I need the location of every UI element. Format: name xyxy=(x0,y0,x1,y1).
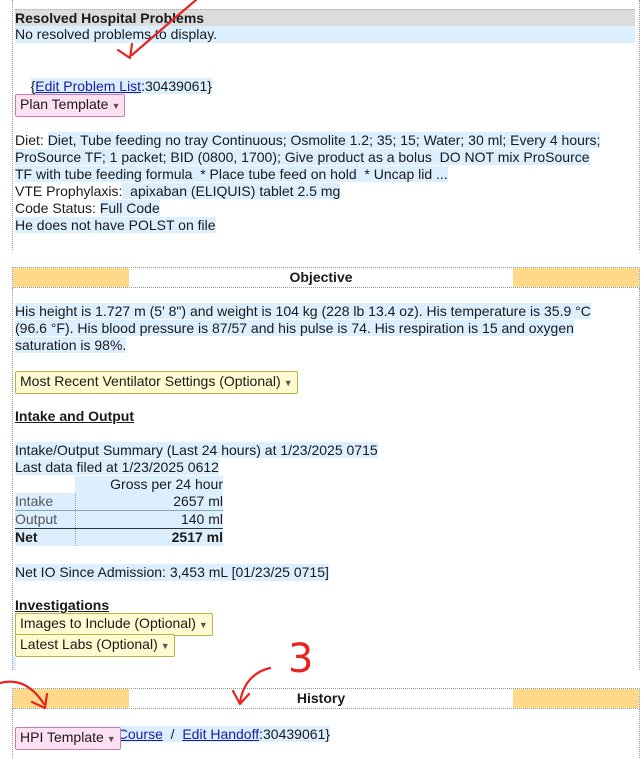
problems-block: Resolved Hospital Problems No resolved p… xyxy=(12,0,640,250)
diet-line-2: ProSource TF; 1 packet; BID (0800, 1700)… xyxy=(15,149,590,165)
io-row-value: 2657 ml xyxy=(74,493,223,511)
diet-line-1: Diet, Tube feeding no tray Continuous; O… xyxy=(47,132,601,148)
io-row-value: 2517 ml xyxy=(74,528,223,546)
investigations-heading: Investigations xyxy=(15,597,110,613)
history-block: {Edit Hospital Course / Edit Handoff:304… xyxy=(12,709,640,758)
images-dropdown-label: Images to Include (Optional) xyxy=(20,615,196,631)
diet-label: Diet: xyxy=(15,132,48,148)
resolved-problems-header: Resolved Hospital Problems xyxy=(15,9,635,27)
problem-id: :30439061} xyxy=(141,78,212,94)
separator: / xyxy=(162,726,183,742)
ventilator-settings-dropdown[interactable]: Most Recent Ventilator Settings (Optiona… xyxy=(15,371,298,394)
edit-problem-list-link[interactable]: Edit Problem List xyxy=(35,78,142,94)
edit-handoff-link[interactable]: Edit Handoff xyxy=(182,726,260,742)
chevron-down-icon: ▼ xyxy=(198,620,208,630)
text-cursor-gutter xyxy=(13,656,16,670)
code-status-label: Code Status: xyxy=(15,200,100,216)
chevron-down-icon: ▼ xyxy=(160,641,170,651)
vte-value: apixaban (ELIQUIS) tablet 2.5 mg xyxy=(122,183,341,199)
table-row: Output 140 ml xyxy=(15,510,223,529)
io-summary-line: Intake/Output Summary (Last 24 hours) at… xyxy=(15,442,378,458)
hpi-template-dropdown[interactable]: HPI Template ▼ xyxy=(15,727,121,750)
resolved-problems-heading: Resolved Hospital Problems xyxy=(15,10,205,26)
chevron-down-icon: ▼ xyxy=(106,734,116,744)
images-dropdown[interactable]: Images to Include (Optional) ▼ xyxy=(15,613,213,636)
diet-section: Diet: Diet, Tube feeding no tray Continu… xyxy=(15,132,637,234)
io-table: Gross per 24 hour Intake 2657 ml Output … xyxy=(15,476,223,546)
plan-template-dropdown[interactable]: Plan Template ▼ xyxy=(15,94,126,117)
vitals-line-1: His height is 1.727 m (5' 8") and weight… xyxy=(15,303,591,319)
table-row: Intake 2657 ml xyxy=(15,493,223,511)
code-status-value: Full Code xyxy=(99,200,160,216)
vte-label: VTE Prophylaxis: xyxy=(15,183,123,199)
chevron-down-icon: ▼ xyxy=(111,101,121,111)
io-summary: Intake/Output Summary (Last 24 hours) at… xyxy=(15,442,378,476)
diet-line-3: TF with tube feeding formula * Place tub… xyxy=(15,166,448,182)
objective-block: His height is 1.727 m (5' 8") and weight… xyxy=(12,288,640,670)
labs-dropdown[interactable]: Latest Labs (Optional) ▼ xyxy=(15,634,175,657)
polst-text: He does not have POLST on file xyxy=(15,217,216,233)
plan-template-label: Plan Template xyxy=(20,96,109,112)
ventilator-settings-label: Most Recent Ventilator Settings (Optiona… xyxy=(20,373,281,389)
history-id: :30439061} xyxy=(259,726,330,742)
io-row-label: Output xyxy=(15,510,75,529)
labs-dropdown-label: Latest Labs (Optional) xyxy=(20,636,158,652)
history-section-header: History xyxy=(12,688,640,709)
objective-title: Objective xyxy=(289,269,353,285)
objective-section-header: Objective xyxy=(12,267,640,288)
io-row-label: Net xyxy=(15,528,75,546)
no-problems-text: No resolved problems to display. xyxy=(15,26,635,43)
vitals-text: His height is 1.727 m (5' 8") and weight… xyxy=(15,303,637,354)
io-filed-line: Last data filed at 1/23/2025 0612 xyxy=(15,459,219,475)
history-title: History xyxy=(296,690,346,706)
vitals-line-2: (96.6 °F). His blood pressure is 87/57 a… xyxy=(15,320,574,336)
hpi-template-label: HPI Template xyxy=(20,729,104,745)
io-column-header: Gross per 24 hour xyxy=(75,476,223,493)
net-io-since-admission: Net IO Since Admission: 3,453 mL [01/23/… xyxy=(15,564,329,581)
table-row: Net 2517 ml xyxy=(15,528,223,546)
chevron-down-icon: ▼ xyxy=(283,378,293,388)
io-row-value: 140 ml xyxy=(74,510,223,529)
io-row-label: Intake xyxy=(15,493,75,511)
intake-output-heading: Intake and Output xyxy=(15,408,134,424)
vitals-line-3: saturation is 98%. xyxy=(15,337,127,353)
